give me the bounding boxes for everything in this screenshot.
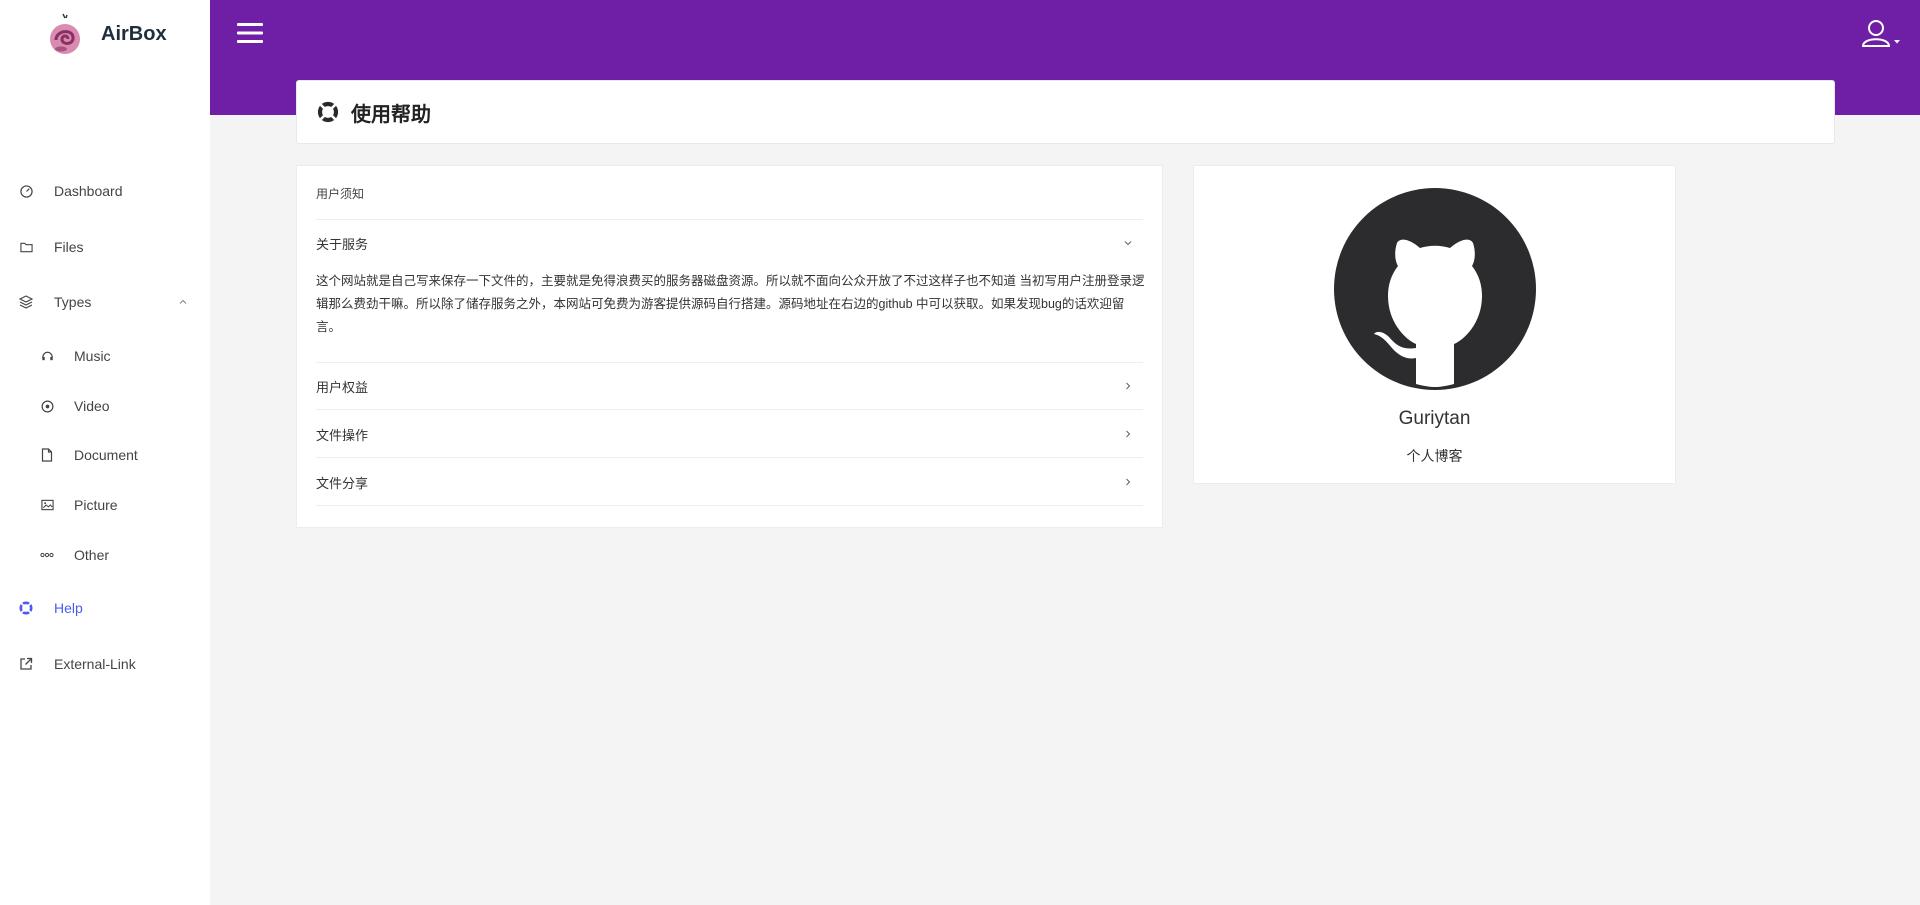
picture-icon [40,498,54,512]
chevron-right-icon [1126,382,1131,390]
sidebar-item-other[interactable]: Other [0,537,210,573]
headphones-icon [40,349,54,363]
airbox-logo [50,13,80,54]
chevron-right-icon [1126,430,1131,438]
sidebar-item-label: Types [54,294,92,310]
collapse-item-file-sharing[interactable]: 文件分享 [316,459,1143,505]
sidebar-item-label: Picture [74,497,118,513]
help-card: 用户须知 关于服务 这个网站就是自己写来保存一下文件的，主要就是免得浪费买的服务… [296,165,1163,528]
collapse-item-title: 文件操作 [316,427,369,443]
chevron-up-icon [179,299,187,304]
github-icon[interactable] [1334,188,1536,390]
page-title: 使用帮助 [351,103,431,126]
sidebar-item-files[interactable]: Files [0,229,210,265]
collapse-item-title: 用户权益 [316,379,369,395]
sidebar-item-label: Other [74,547,110,563]
sidebar-item-label: Video [74,398,110,414]
chevron-down-icon [1124,241,1132,246]
sidebar-item-label: External-Link [54,656,136,672]
sidebar-item-external-link[interactable]: External-Link [0,646,210,682]
sidebar-item-document[interactable]: Document [0,437,210,473]
sidebar: AirBox Dashboard Files Types Music Video [0,0,210,905]
sidebar-item-label: Help [54,600,83,616]
divider [316,457,1143,458]
profile-description: 个人博客 [1406,448,1463,464]
sidebar-item-label: Files [54,239,84,255]
sidebar-item-picture[interactable]: Picture [0,487,210,523]
collapse-item-title: 关于服务 [316,236,369,252]
collapse-item-content: 这个网站就是自己写来保存一下文件的，主要就是免得浪费买的服务器磁盘资源。所以就不… [316,274,1145,334]
profile-name: Guriytan [1398,408,1471,429]
profile-card[interactable]: Guriytan 个人博客 [1193,165,1676,484]
divider [316,409,1143,410]
collapse-item-user-rights[interactable]: 用户权益 [316,363,1143,409]
external-link-icon [19,657,33,671]
user-menu-icon[interactable] [1858,18,1902,52]
ellipsis-icon [40,548,54,562]
collapse-item-title: 文件分享 [316,475,369,491]
document-icon [40,448,54,462]
collapse-item-about-service[interactable]: 关于服务 [316,220,1143,266]
help-card-header: 用户须知 [316,187,365,201]
collapse-item-file-operations[interactable]: 文件操作 [316,411,1143,457]
layers-icon [19,295,33,309]
sidebar-item-music[interactable]: Music [0,338,210,374]
chevron-right-icon [1126,478,1131,486]
help-icon [19,601,33,615]
help-icon [317,101,339,123]
brand[interactable]: AirBox [48,12,167,56]
sidebar-item-dashboard[interactable]: Dashboard [0,173,210,209]
sidebar-item-help[interactable]: Help [0,590,210,626]
page-title-card: 使用帮助 [296,80,1835,144]
brand-name: AirBox [101,22,167,45]
dashboard-icon [19,184,33,198]
divider [316,505,1143,506]
hamburger-menu-icon[interactable] [236,20,264,46]
play-circle-icon [40,399,54,413]
sidebar-item-types[interactable]: Types [0,284,210,320]
folder-icon [19,240,33,254]
sidebar-item-label: Music [74,348,111,364]
sidebar-item-video[interactable]: Video [0,388,210,424]
sidebar-item-label: Document [74,447,138,463]
sidebar-item-label: Dashboard [54,183,123,199]
